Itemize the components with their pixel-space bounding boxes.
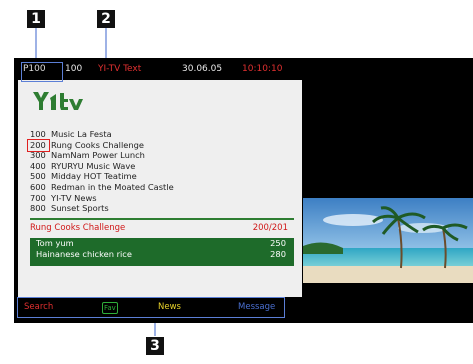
program-title: RYURYU Music Wave — [51, 160, 136, 171]
list-item[interactable]: 400 RYURYU Music Wave — [30, 161, 300, 172]
list-item[interactable]: 200 Rung Cooks Challenge — [30, 140, 300, 151]
program-title: Rung Cooks Challenge — [51, 139, 145, 150]
date: 30.06.05 — [182, 64, 223, 74]
list-item: Tom yum 250 — [30, 238, 294, 249]
current-page: 100 — [65, 64, 83, 74]
program-page-number: 400 — [30, 160, 46, 171]
current-program-title: Rung Cooks Challenge — [30, 223, 126, 233]
subpage-indicator: 200/201 — [252, 223, 288, 233]
list-item[interactable]: 600 Redman in the Moated Castle — [30, 182, 300, 193]
program-page-number: 100 — [30, 129, 46, 139]
fastext-highlight — [17, 297, 285, 318]
program-title: Midday HOT Teatime — [51, 171, 137, 182]
program-page-number: 800 — [30, 203, 46, 214]
teletext-panel: 100 Music La Festa 200 Rung Cooks Challeng… — [18, 80, 302, 297]
item-name: Tom yum — [36, 238, 74, 248]
current-program-line: Rung Cooks Challenge 200/201 — [30, 221, 294, 235]
item-price: 250 — [270, 238, 286, 248]
list-item[interactable]: 300 NamNam Power Lunch — [30, 150, 300, 161]
list-item: Hainanese chicken rice 280 — [30, 249, 294, 260]
program-title: YI-TV News — [51, 192, 97, 203]
service-name: YI-TV Text — [98, 64, 142, 74]
list-item[interactable]: 100 Music La Festa — [30, 129, 300, 140]
item-name: Hainanese chicken rice — [36, 249, 132, 259]
page-number-highlight — [21, 62, 63, 82]
item-price: 280 — [270, 249, 286, 259]
program-list: 100 Music La Festa 200 Rung Cooks Challeng… — [30, 129, 300, 214]
program-page-number: 600 — [30, 181, 46, 192]
list-item[interactable]: 800 Sunset Sports — [30, 203, 300, 214]
program-title: Sunset Sports — [51, 203, 109, 214]
program-title: NamNam Power Lunch — [51, 150, 145, 161]
list-item[interactable]: 500 Midday HOT Teatime — [30, 171, 300, 182]
list-item[interactable]: 700 YI-TV News — [30, 193, 300, 204]
tv-screen: P100 100 YI-TV Text 30.06.05 10:10:10 10… — [14, 58, 473, 323]
program-page-number: 700 — [30, 192, 46, 203]
status-bar: P100 100 YI-TV Text 30.06.05 10:10:10 — [14, 58, 473, 80]
tv-picture-beach — [303, 198, 473, 283]
subpage-content: Tom yum 250 Hainanese chicken rice 280 — [30, 238, 294, 266]
selected-page-highlight — [27, 139, 50, 152]
divider — [30, 218, 294, 220]
yi-tv-logo — [32, 90, 92, 112]
program-title: Music La Festa — [51, 129, 112, 139]
program-title: Redman in the Moated Castle — [51, 181, 174, 192]
program-page-number: 500 — [30, 171, 46, 182]
clock: 10:10:10 — [242, 64, 283, 74]
